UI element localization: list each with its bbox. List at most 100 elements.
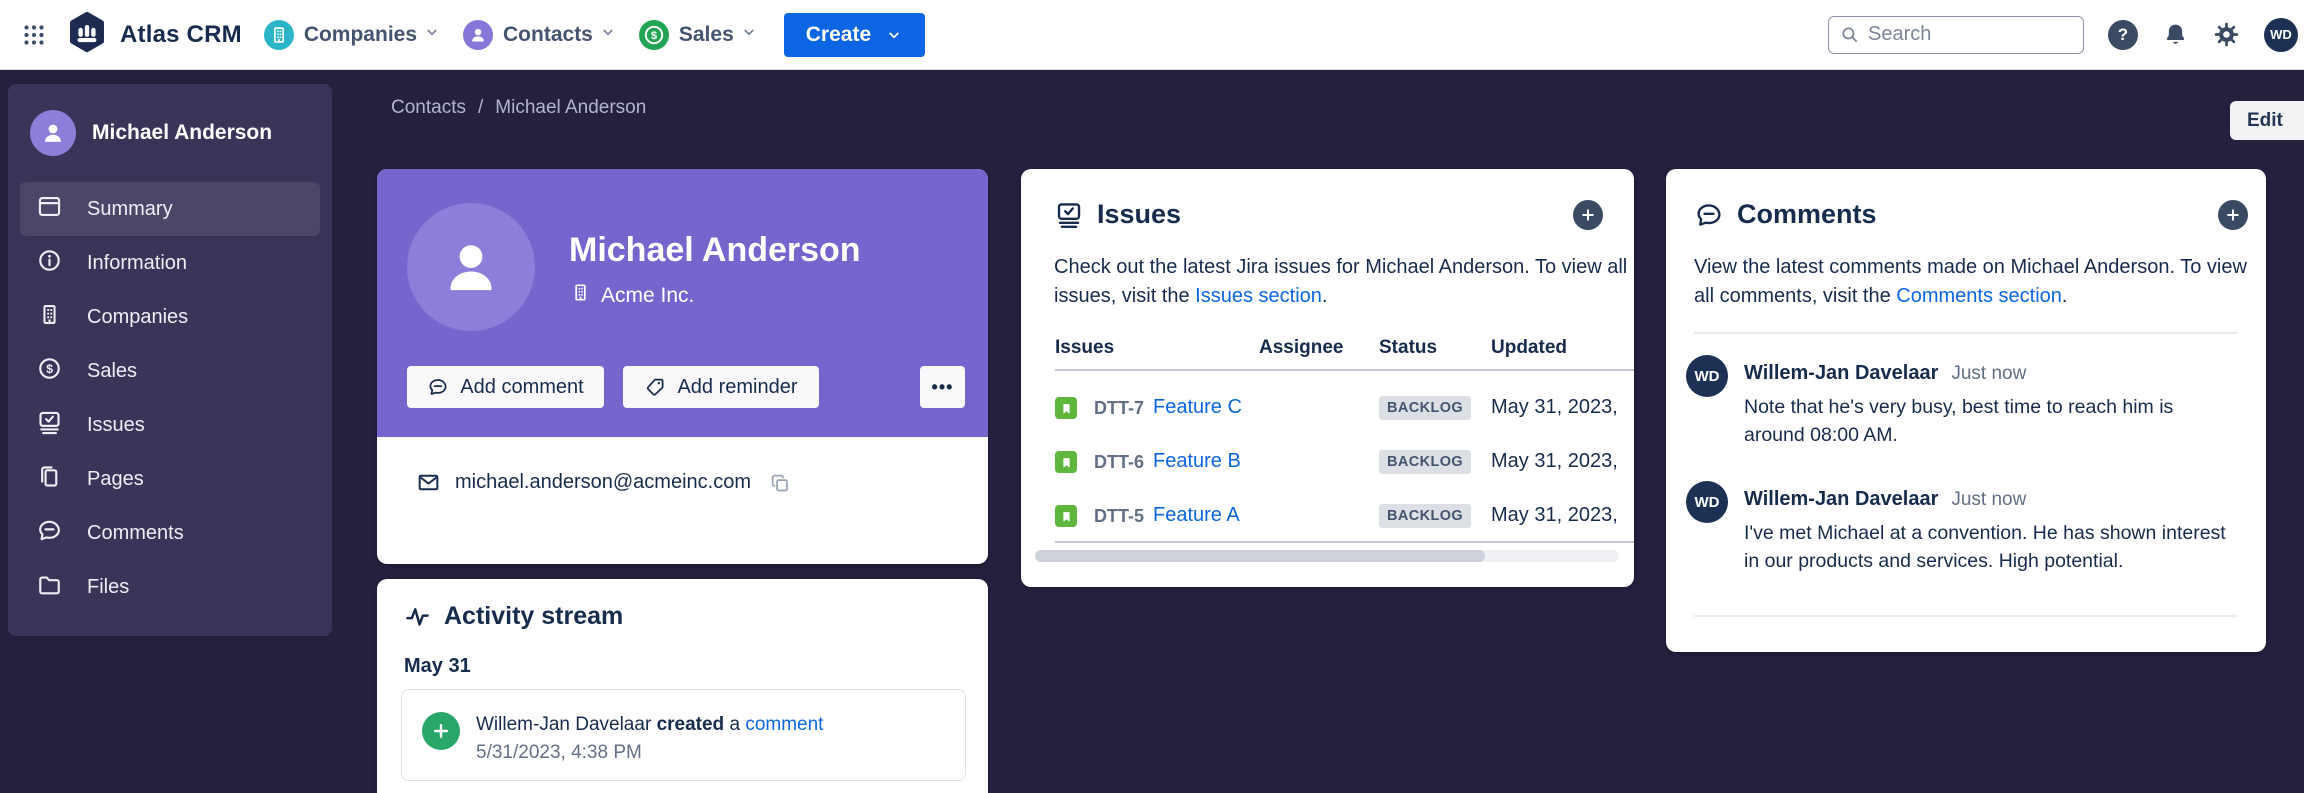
comments-title: Comments xyxy=(1737,199,1877,230)
help-button[interactable]: ? xyxy=(2108,20,2138,50)
issues-table-header: Issues Assignee Status Updated xyxy=(1021,337,1634,365)
column-header-assignee: Assignee xyxy=(1259,337,1343,359)
comments-description-period: . xyxy=(2062,285,2068,307)
sidebar-item-information[interactable]: Information xyxy=(20,236,320,290)
dollar-icon xyxy=(36,355,63,387)
breadcrumb-separator: / xyxy=(478,97,483,119)
profile-company-name: Acme Inc. xyxy=(601,284,694,308)
nav-item-label: Companies xyxy=(304,23,417,47)
sidebar-item-sales[interactable]: Sales xyxy=(20,344,320,398)
sidebar-contact-name: Michael Anderson xyxy=(92,121,272,145)
brand-name: Atlas CRM xyxy=(120,21,242,49)
activity-title-row: Activity stream xyxy=(404,602,623,631)
brand-logo[interactable]: Atlas CRM xyxy=(66,11,242,58)
activity-title: Activity stream xyxy=(444,602,623,631)
breadcrumb-current-page: Michael Anderson xyxy=(495,97,646,119)
sidebar-item-comments[interactable]: Comments xyxy=(20,506,320,560)
sidebar-item-pages[interactable]: Pages xyxy=(20,452,320,506)
issues-section-link[interactable]: Issues section xyxy=(1195,285,1322,307)
activity-comment-link[interactable]: comment xyxy=(745,714,823,735)
profile-avatar xyxy=(407,203,535,331)
comment-text: Note that he's very busy, best time to r… xyxy=(1744,393,2232,449)
issue-key: DTT-5 xyxy=(1094,506,1144,527)
app-switcher-icon[interactable] xyxy=(22,23,46,47)
contact-sidebar: Michael Anderson Summary Information Com… xyxy=(8,84,332,636)
issue-row: DTT-6 Feature B BACKLOG May 31, 2023, xyxy=(1021,435,1634,489)
more-actions-button[interactable]: ••• xyxy=(920,366,965,408)
commenter-avatar: WD xyxy=(1686,355,1728,397)
comments-section-link[interactable]: Comments section xyxy=(1896,285,2062,307)
story-type-icon xyxy=(1055,451,1077,473)
sidebar-item-files[interactable]: Files xyxy=(20,560,320,614)
create-button[interactable]: Create xyxy=(784,13,925,57)
copy-email-icon[interactable] xyxy=(769,472,791,494)
add-comment-button[interactable]: Add comment xyxy=(407,366,604,408)
issue-key: DTT-7 xyxy=(1094,398,1144,419)
status-badge: BACKLOG xyxy=(1379,450,1471,474)
activity-stream-card: Activity stream May 31 Willem-Jan Davela… xyxy=(377,579,988,793)
user-avatar[interactable]: WD xyxy=(2264,18,2298,52)
activity-actor: Willem-Jan Davelaar xyxy=(476,714,651,735)
sidebar-item-label: Sales xyxy=(87,360,137,383)
chevron-down-icon xyxy=(599,23,617,46)
column-header-issues: Issues xyxy=(1055,337,1114,359)
profile-header: Michael Anderson Acme Inc. Add comment A… xyxy=(377,169,988,437)
add-reminder-button[interactable]: Add reminder xyxy=(623,366,819,408)
created-plus-icon xyxy=(422,712,460,750)
comment-meta: Willem-Jan Davelaar Just now xyxy=(1744,488,2026,511)
comments-card: Comments View the latest comments made o… xyxy=(1666,169,2266,652)
comments-description: View the latest comments made on Michael… xyxy=(1694,253,2250,311)
search-input[interactable] xyxy=(1868,23,2073,46)
notifications-bell-icon[interactable] xyxy=(2162,21,2189,48)
building-icon xyxy=(569,281,592,310)
profile-name: Michael Anderson xyxy=(569,231,861,270)
sidebar-item-summary[interactable]: Summary xyxy=(20,182,320,236)
search-icon xyxy=(1839,24,1860,45)
edit-button[interactable]: Edit xyxy=(2230,101,2304,140)
nav-item-sales[interactable]: Sales xyxy=(639,20,758,50)
horizontal-scrollbar-track[interactable] xyxy=(1035,550,1619,562)
comments-divider xyxy=(1694,615,2238,617)
column-header-updated: Updated xyxy=(1491,337,1567,359)
settings-gear-icon[interactable] xyxy=(2213,21,2240,48)
issue-summary-link[interactable]: Feature A xyxy=(1153,504,1240,527)
contact-profile-card: Michael Anderson Acme Inc. Add comment A… xyxy=(377,169,988,564)
nav-item-label: Contacts xyxy=(503,23,593,47)
building-icon xyxy=(36,301,63,333)
issue-summary-link[interactable]: Feature B xyxy=(1153,450,1241,473)
comment-meta: Willem-Jan Davelaar Just now xyxy=(1744,362,2026,385)
nav-item-contacts[interactable]: Contacts xyxy=(463,20,617,50)
summary-icon xyxy=(36,193,63,225)
comments-divider xyxy=(1694,332,2238,334)
profile-company: Acme Inc. xyxy=(569,281,694,310)
sidebar-item-label: Comments xyxy=(87,522,184,545)
comment-text: I've met Michael at a convention. He has… xyxy=(1744,519,2232,575)
comment-author: Willem-Jan Davelaar xyxy=(1744,362,1938,385)
issue-summary-link[interactable]: Feature C xyxy=(1153,396,1242,419)
comment-time: Just now xyxy=(1951,489,2026,511)
nav-item-companies[interactable]: Companies xyxy=(264,20,441,50)
chevron-down-icon xyxy=(740,23,758,46)
sidebar-item-issues[interactable]: Issues xyxy=(20,398,320,452)
activity-article: a xyxy=(729,714,740,735)
column-header-status: Status xyxy=(1379,337,1437,359)
story-type-icon xyxy=(1055,505,1077,527)
horizontal-scrollbar-thumb[interactable] xyxy=(1035,550,1485,562)
status-badge: BACKLOG xyxy=(1379,504,1471,528)
sidebar-item-label: Files xyxy=(87,576,129,599)
commenter-avatar: WD xyxy=(1686,481,1728,523)
sidebar-item-label: Pages xyxy=(87,468,144,491)
add-comment-plus-button[interactable] xyxy=(2218,200,2248,230)
sidebar-item-companies[interactable]: Companies xyxy=(20,290,320,344)
story-type-icon xyxy=(1055,397,1077,419)
issue-key: DTT-6 xyxy=(1094,452,1144,473)
sidebar-menu: Summary Information Companies Sales Issu… xyxy=(8,182,332,614)
breadcrumb-contacts-link[interactable]: Contacts xyxy=(391,97,466,119)
create-button-label: Create xyxy=(806,23,871,47)
sidebar-item-label: Issues xyxy=(87,414,145,437)
status-badge: BACKLOG xyxy=(1379,396,1471,420)
add-issue-button[interactable] xyxy=(1573,200,1603,230)
sidebar-contact-header: Michael Anderson xyxy=(8,110,332,156)
activity-timestamp: 5/31/2023, 4:38 PM xyxy=(476,742,642,764)
sidebar-item-label: Information xyxy=(87,252,187,275)
